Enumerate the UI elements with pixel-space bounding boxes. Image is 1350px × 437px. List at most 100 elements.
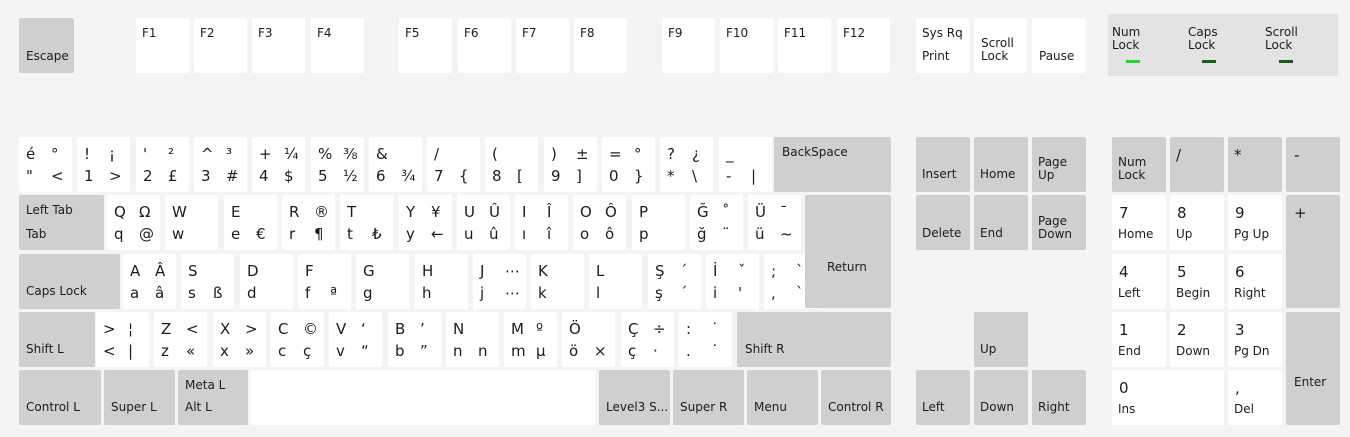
- key-f4[interactable]: F4: [311, 18, 364, 73]
- key-f2[interactable]: F2: [194, 18, 247, 73]
- numpad-minus-key[interactable]: -: [1286, 137, 1340, 192]
- numpad-kp1-key[interactable]: 1 End: [1112, 312, 1166, 367]
- end-key[interactable]: End: [974, 195, 1028, 250]
- key-home-5[interactable]: Hh: [415, 254, 468, 309]
- page-down-key[interactable]: Page Down: [1032, 195, 1086, 250]
- key-bottom-2[interactable]: X > x »: [213, 312, 266, 367]
- numpad-plus-key[interactable]: +: [1286, 195, 1340, 308]
- numpad-kp6-key[interactable]: 6 Right: [1228, 254, 1282, 309]
- right-arrow-key[interactable]: Right: [1032, 370, 1086, 425]
- key-bottom-4[interactable]: V ‘ v “: [329, 312, 382, 367]
- numpad-kp0-key[interactable]: 0 Ins: [1112, 370, 1224, 425]
- key-number-8[interactable]: (8 [: [485, 137, 538, 192]
- super-left-key[interactable]: Super L: [104, 370, 175, 425]
- key-bottom-9[interactable]: Ç ÷ ç ·: [621, 312, 674, 367]
- numpad-kp5-key[interactable]: 5 Begin: [1170, 254, 1224, 309]
- key-number-3[interactable]: ^ ³ 3 #: [194, 137, 247, 192]
- numpad-kp8-key[interactable]: 8 Up: [1170, 195, 1224, 250]
- page-up-key[interactable]: Page Up: [1032, 137, 1086, 192]
- key-number-4[interactable]: + ¼ 4 $: [252, 137, 305, 192]
- key-number-11[interactable]: ? ¿ * \: [660, 137, 713, 192]
- key-home-0[interactable]: AÂaâ: [123, 254, 176, 309]
- key-bottom-1[interactable]: Z < z «: [154, 312, 207, 367]
- key-number-0[interactable]: é ° " <: [19, 137, 72, 192]
- key-number-9[interactable]: ) ±9]: [544, 137, 597, 192]
- key-top-0[interactable]: Q Ωq @: [107, 195, 160, 250]
- key-f5[interactable]: F5: [399, 18, 452, 73]
- key-number-1[interactable]: ! ¡ 1 >: [77, 137, 130, 192]
- key-f6[interactable]: F6: [458, 18, 511, 73]
- key-scroll-lock[interactable]: Scroll Lock: [974, 18, 1027, 73]
- space-key[interactable]: [251, 370, 596, 425]
- key-top-6[interactable]: UÛuû: [457, 195, 510, 250]
- key-bottom-8[interactable]: Öö ×: [562, 312, 615, 367]
- alt-left-key[interactable]: Meta L Alt L: [178, 370, 248, 425]
- key-home-7[interactable]: Kk: [531, 254, 584, 309]
- key-f12[interactable]: F12: [837, 18, 890, 73]
- home-key[interactable]: Home: [974, 137, 1028, 192]
- key-home-2[interactable]: Dd: [240, 254, 293, 309]
- numpad-kpdot-key[interactable]: , Del: [1228, 370, 1282, 425]
- tab-key[interactable]: Left Tab Tab: [19, 195, 104, 250]
- numpad-kp4-key[interactable]: 4 Left: [1112, 254, 1166, 309]
- shift-left-key[interactable]: Shift L: [19, 312, 95, 367]
- key-top-9[interactable]: Pp: [632, 195, 685, 250]
- key-top-5[interactable]: Y ¥ y ←: [399, 195, 452, 250]
- delete-key[interactable]: Delete: [916, 195, 970, 250]
- key-home-10[interactable]: İ ˇ i ': [706, 254, 759, 309]
- key-home-1[interactable]: Ssß: [181, 254, 234, 309]
- key-bottom-7[interactable]: Mºmµ: [504, 312, 557, 367]
- key-top-3[interactable]: R ® r ¶: [282, 195, 335, 250]
- key-number-12[interactable]: _ - |: [719, 137, 772, 192]
- key-bottom-0[interactable]: > ¦ < |: [96, 312, 149, 367]
- key-number-10[interactable]: = ° 0}: [602, 137, 655, 192]
- key-home-9[interactable]: Ş ´ ş ´: [648, 254, 701, 309]
- key-top-8[interactable]: OÔoô: [573, 195, 626, 250]
- key-home-8[interactable]: Ll: [589, 254, 642, 309]
- key-home-4[interactable]: Gg: [356, 254, 409, 309]
- numpad-kp2-key[interactable]: 2 Down: [1170, 312, 1224, 367]
- numpad-multiply-key[interactable]: *: [1228, 137, 1282, 192]
- key-number-6[interactable]: & 6 ¾: [369, 137, 422, 192]
- key-sysrq[interactable]: Sys Rq Print: [916, 18, 969, 73]
- key-f9[interactable]: F9: [662, 18, 715, 73]
- backspace-key[interactable]: BackSpace: [774, 137, 891, 192]
- menu-key[interactable]: Menu: [747, 370, 818, 425]
- numpad-divide-key[interactable]: /: [1170, 137, 1224, 192]
- key-bottom-3[interactable]: C © c ç: [271, 312, 324, 367]
- control-right-key[interactable]: Control R: [821, 370, 891, 425]
- numpad-num-lock-key[interactable]: Num Lock: [1112, 137, 1166, 192]
- key-f10[interactable]: F10: [720, 18, 773, 73]
- down-arrow-key[interactable]: Down: [974, 370, 1028, 425]
- return-key[interactable]: Return: [805, 195, 891, 308]
- key-top-2[interactable]: Ee €: [224, 195, 277, 250]
- key-home-6[interactable]: J ⋯ j ⋯: [473, 254, 526, 309]
- key-f7[interactable]: F7: [516, 18, 569, 73]
- super-right-key[interactable]: Super R: [673, 370, 744, 425]
- key-bottom-6[interactable]: Nnn: [446, 312, 499, 367]
- numpad-kp3-key[interactable]: 3 Pg Dn: [1228, 312, 1282, 367]
- level3-shift-key[interactable]: Level3 S...: [599, 370, 670, 425]
- key-f1[interactable]: F1: [136, 18, 189, 73]
- numpad-kp9-key[interactable]: 9 Pg Up: [1228, 195, 1282, 250]
- caps-lock-key[interactable]: Caps Lock: [19, 254, 120, 309]
- insert-key[interactable]: Insert: [916, 137, 970, 192]
- numpad-kp7-key[interactable]: 7 Home: [1112, 195, 1166, 250]
- key-bottom-5[interactable]: B ’ b ”: [388, 312, 441, 367]
- key-number-2[interactable]: ' ² 2 £: [136, 137, 189, 192]
- left-arrow-key[interactable]: Left: [916, 370, 970, 425]
- key-number-7[interactable]: / 7 {: [427, 137, 480, 192]
- key-top-7[interactable]: I Îı î: [515, 195, 568, 250]
- key-bottom-10[interactable]: : ˙. ˙: [679, 312, 732, 367]
- key-top-10[interactable]: Ğ ˚ ğ ¨: [690, 195, 743, 250]
- key-pause[interactable]: Pause: [1032, 18, 1085, 73]
- key-home-3[interactable]: Ff ª: [298, 254, 351, 309]
- key-top-1[interactable]: Ww: [165, 195, 218, 250]
- key-f8[interactable]: F8: [574, 18, 627, 73]
- key-top-11[interactable]: Ü ¯ ü ~: [748, 195, 801, 250]
- numpad-enter-key[interactable]: Enter: [1286, 312, 1340, 425]
- control-left-key[interactable]: Control L: [19, 370, 101, 425]
- key-f11[interactable]: F11: [778, 18, 831, 73]
- key-number-5[interactable]: % ⅜ 5 ½: [311, 137, 364, 192]
- shift-right-key[interactable]: Shift R: [737, 312, 891, 367]
